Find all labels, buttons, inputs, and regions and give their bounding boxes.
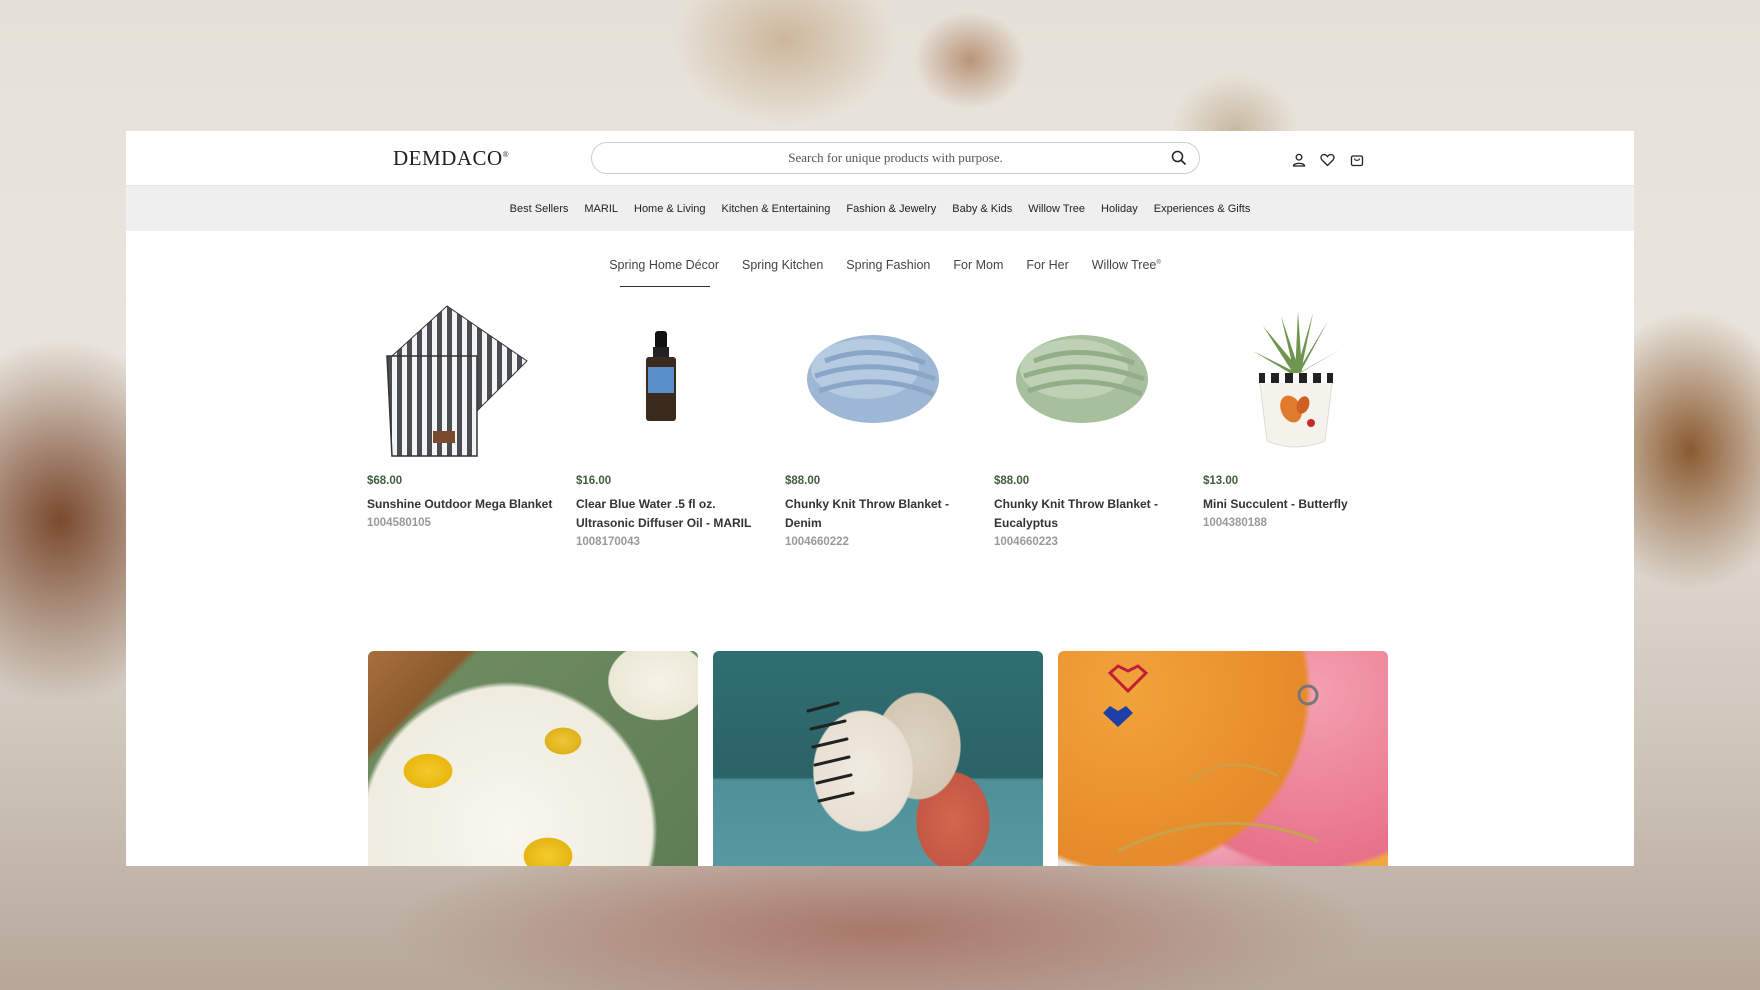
product-card[interactable]: $13.00 Mini Succulent - Butterfly 100438… bbox=[1203, 301, 1412, 548]
product-sku: 1004380188 bbox=[1203, 517, 1267, 529]
collection-tabs: Spring Home Décor Spring Kitchen Spring … bbox=[126, 258, 1634, 287]
product-sku: 1004660222 bbox=[785, 536, 849, 548]
sofa-pillows-image[interactable] bbox=[713, 651, 1043, 866]
eucalyptus-knit-blanket-image[interactable] bbox=[994, 301, 1164, 461]
product-carousel: $68.00 Sunshine Outdoor Mega Blanket 100… bbox=[367, 301, 1412, 548]
product-sku: 1004660223 bbox=[994, 536, 1058, 548]
lemon-plates-image[interactable] bbox=[368, 651, 698, 866]
promo-banners bbox=[368, 651, 1388, 866]
category-nav: Best Sellers MARIL Home & Living Kitchen… bbox=[126, 186, 1634, 231]
diffuser-oil-bottle-image[interactable] bbox=[576, 301, 746, 461]
nav-experiences-gifts[interactable]: Experiences & Gifts bbox=[1146, 203, 1259, 215]
product-sku: 1008170043 bbox=[576, 536, 640, 548]
product-name[interactable]: Clear Blue Water .5 fl oz. Ultrasonic Di… bbox=[576, 495, 766, 533]
nav-home-living[interactable]: Home & Living bbox=[626, 203, 714, 215]
site-logo[interactable]: DEMDACO® bbox=[393, 146, 509, 171]
account-icon[interactable] bbox=[1289, 150, 1308, 169]
tab-spring-home-decor[interactable]: Spring Home Décor bbox=[598, 258, 731, 287]
tab-spring-kitchen[interactable]: Spring Kitchen bbox=[730, 258, 834, 282]
search-bar bbox=[591, 142, 1200, 174]
nav-holiday[interactable]: Holiday bbox=[1093, 203, 1146, 215]
nav-willow-tree[interactable]: Willow Tree bbox=[1020, 203, 1093, 215]
denim-knit-blanket-image[interactable] bbox=[785, 301, 955, 461]
product-price: $16.00 bbox=[576, 475, 612, 487]
tab-spring-fashion[interactable]: Spring Fashion bbox=[835, 258, 942, 282]
product-price: $13.00 bbox=[1203, 475, 1239, 487]
product-name[interactable]: Sunshine Outdoor Mega Blanket bbox=[367, 495, 557, 514]
nav-fashion-jewelry[interactable]: Fashion & Jewelry bbox=[838, 203, 944, 215]
product-card[interactable]: $88.00 Chunky Knit Throw Blanket - Eucal… bbox=[994, 301, 1203, 548]
product-name[interactable]: Chunky Knit Throw Blanket - Denim bbox=[785, 495, 975, 533]
site-header: DEMDACO® bbox=[126, 131, 1634, 186]
product-price: $88.00 bbox=[785, 475, 821, 487]
nav-maril[interactable]: MARIL bbox=[576, 203, 626, 215]
nav-baby-kids[interactable]: Baby & Kids bbox=[944, 203, 1020, 215]
cart-bag-icon[interactable] bbox=[1347, 150, 1366, 169]
tab-for-mom[interactable]: For Mom bbox=[942, 258, 1015, 282]
product-card[interactable]: $16.00 Clear Blue Water .5 fl oz. Ultras… bbox=[576, 301, 785, 548]
header-icons bbox=[1289, 150, 1366, 169]
product-card[interactable]: $88.00 Chunky Knit Throw Blanket - Denim… bbox=[785, 301, 994, 548]
jewelry-plates-image[interactable] bbox=[1058, 651, 1388, 866]
product-price: $68.00 bbox=[367, 475, 403, 487]
tab-willow-tree[interactable]: Willow Tree® bbox=[1080, 258, 1172, 282]
nav-kitchen-entertaining[interactable]: Kitchen & Entertaining bbox=[714, 203, 839, 215]
wishlist-heart-icon[interactable] bbox=[1318, 150, 1337, 169]
search-icon[interactable] bbox=[1159, 142, 1199, 174]
tab-for-her[interactable]: For Her bbox=[1015, 258, 1080, 282]
striped-blanket-image[interactable] bbox=[367, 301, 537, 461]
product-card[interactable]: $68.00 Sunshine Outdoor Mega Blanket 100… bbox=[367, 301, 576, 548]
product-name[interactable]: Chunky Knit Throw Blanket - Eucalyptus bbox=[994, 495, 1184, 533]
search-input[interactable] bbox=[592, 143, 1159, 173]
product-name[interactable]: Mini Succulent - Butterfly bbox=[1203, 495, 1393, 514]
succulent-pot-image[interactable] bbox=[1203, 301, 1373, 461]
product-price: $88.00 bbox=[994, 475, 1030, 487]
browser-page: DEMDACO® Best Sellers MARIL Home & Livin… bbox=[126, 131, 1634, 866]
nav-best-sellers[interactable]: Best Sellers bbox=[502, 203, 577, 215]
product-sku: 1004580105 bbox=[367, 517, 431, 529]
